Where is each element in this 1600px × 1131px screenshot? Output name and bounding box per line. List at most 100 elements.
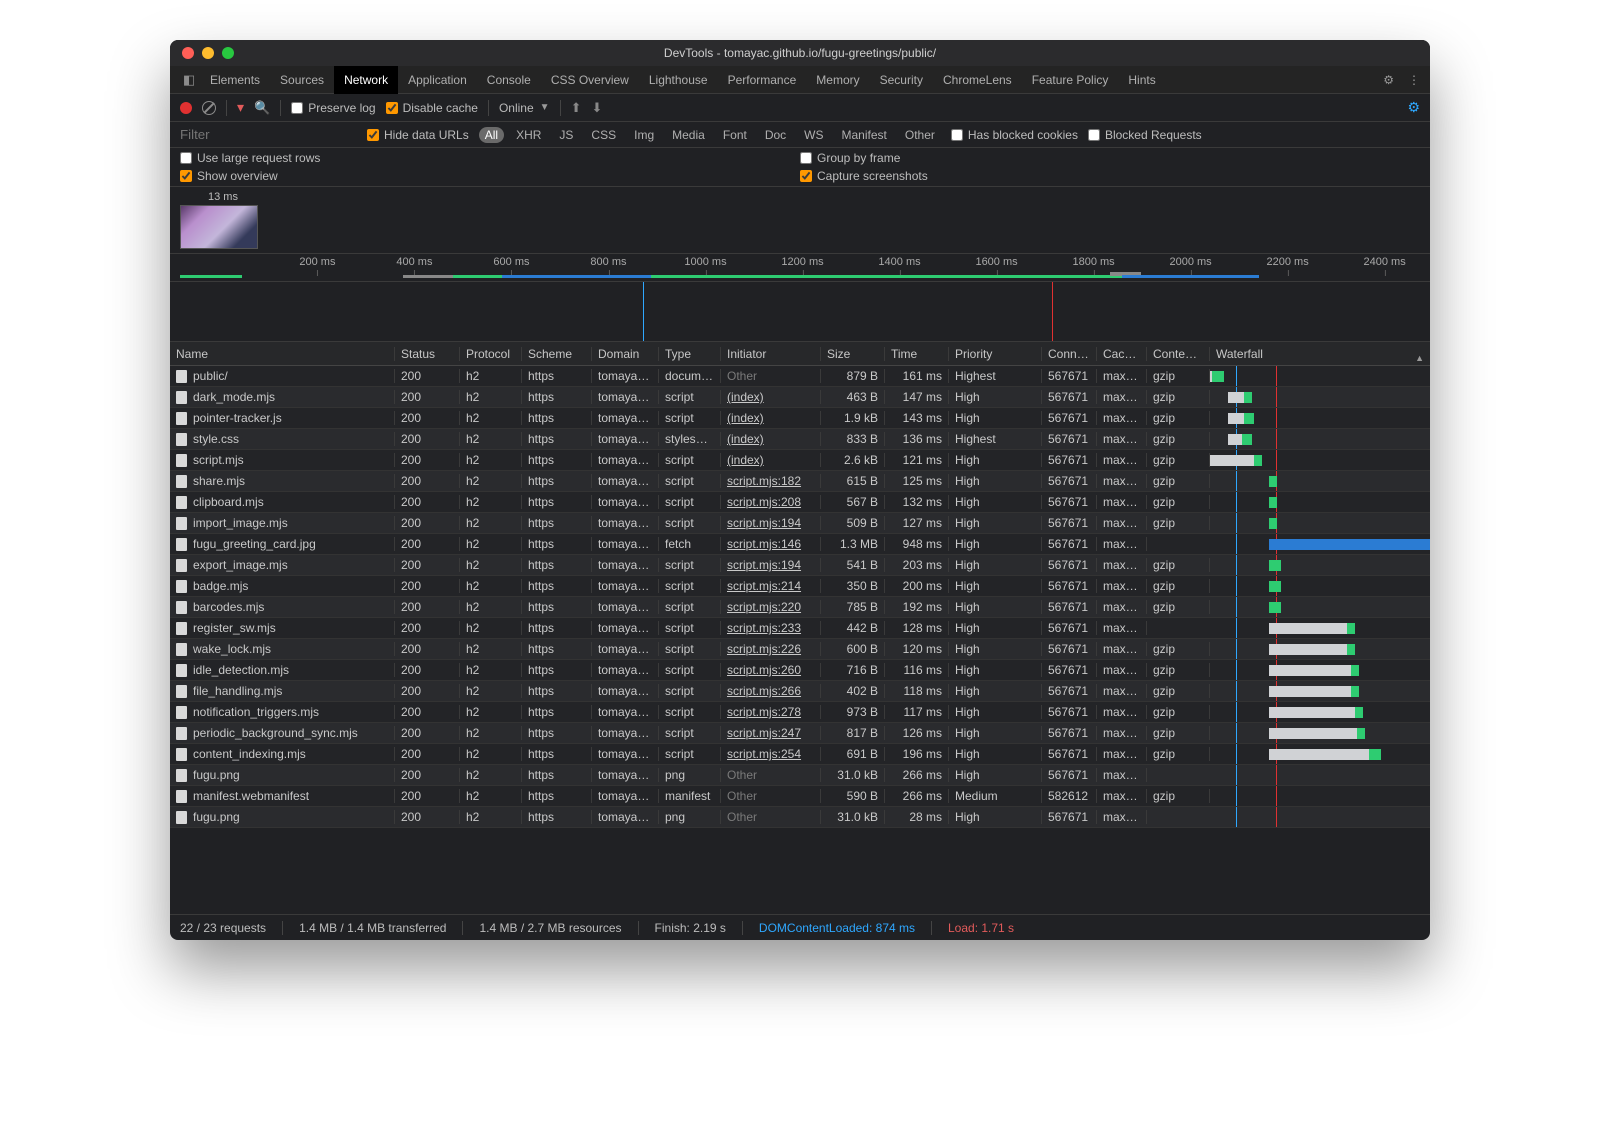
initiator-cell[interactable]: script.mjs:247 — [721, 726, 821, 740]
initiator-cell[interactable]: script.mjs:233 — [721, 621, 821, 635]
filter-type-ws[interactable]: WS — [798, 127, 829, 143]
timeline-overview[interactable] — [170, 282, 1430, 342]
table-row[interactable]: notification_triggers.mjs200h2httpstomay… — [170, 702, 1430, 723]
blocked-requests-checkbox[interactable]: Blocked Requests — [1088, 128, 1202, 142]
clear-icon[interactable] — [202, 101, 216, 115]
upload-har-icon[interactable]: ⬆ — [571, 100, 582, 116]
table-row[interactable]: import_image.mjs200h2httpstomayac…script… — [170, 513, 1430, 534]
screenshot-thumbnail[interactable] — [180, 205, 258, 249]
more-menu-icon[interactable]: ⋮ — [1408, 73, 1420, 87]
initiator-cell[interactable]: script.mjs:208 — [721, 495, 821, 509]
filter-type-other[interactable]: Other — [899, 127, 941, 143]
initiator-cell[interactable]: script.mjs:254 — [721, 747, 821, 761]
filter-type-doc[interactable]: Doc — [759, 127, 792, 143]
table-row[interactable]: wake_lock.mjs200h2httpstomayac…scriptscr… — [170, 639, 1430, 660]
filter-type-all[interactable]: All — [479, 127, 504, 143]
capture-screenshots-checkbox[interactable]: Capture screenshots — [800, 169, 1420, 183]
tab-performance[interactable]: Performance — [718, 66, 807, 94]
filter-type-font[interactable]: Font — [717, 127, 753, 143]
disable-cache-checkbox[interactable]: Disable cache — [386, 101, 478, 115]
tab-memory[interactable]: Memory — [806, 66, 869, 94]
initiator-cell[interactable]: (index) — [721, 432, 821, 446]
table-row[interactable]: style.css200h2httpstomayac…stylesheet(in… — [170, 429, 1430, 450]
download-har-icon[interactable]: ⬇ — [591, 100, 602, 116]
table-row[interactable]: register_sw.mjs200h2httpstomayac…scripts… — [170, 618, 1430, 639]
table-row[interactable]: pointer-tracker.js200h2httpstomayac…scri… — [170, 408, 1430, 429]
filter-type-css[interactable]: CSS — [585, 127, 622, 143]
table-row[interactable]: fugu.png200h2httpstomayac…pngOther31.0 k… — [170, 765, 1430, 786]
table-row[interactable]: dark_mode.mjs200h2httpstomayac…script(in… — [170, 387, 1430, 408]
column-content-[interactable]: Content-… — [1147, 347, 1210, 361]
column-protocol[interactable]: Protocol — [460, 347, 522, 361]
table-row[interactable]: idle_detection.mjs200h2httpstomayac…scri… — [170, 660, 1430, 681]
throttling-select[interactable]: Online ▼ — [499, 101, 550, 115]
initiator-cell[interactable]: script.mjs:146 — [721, 537, 821, 551]
table-row[interactable]: content_indexing.mjs200h2httpstomayac…sc… — [170, 744, 1430, 765]
initiator-cell[interactable]: script.mjs:266 — [721, 684, 821, 698]
search-icon[interactable]: 🔍 — [254, 100, 270, 116]
initiator-cell[interactable]: script.mjs:226 — [721, 642, 821, 656]
initiator-cell[interactable]: script.mjs:220 — [721, 600, 821, 614]
table-row[interactable]: manifest.webmanifest200h2httpstomayac…ma… — [170, 786, 1430, 807]
column-type[interactable]: Type — [659, 347, 721, 361]
column-scheme[interactable]: Scheme — [522, 347, 592, 361]
initiator-cell[interactable]: script.mjs:194 — [721, 558, 821, 572]
table-row[interactable]: fugu.png200h2httpstomayac…pngOther31.0 k… — [170, 807, 1430, 828]
filter-type-media[interactable]: Media — [666, 127, 711, 143]
column-cach-[interactable]: Cach… — [1097, 347, 1147, 361]
filter-funnel-icon[interactable]: ▾ — [237, 99, 244, 116]
zoom-window-button[interactable] — [222, 47, 234, 59]
tab-elements[interactable]: Elements — [200, 66, 270, 94]
column-domain[interactable]: Domain — [592, 347, 659, 361]
initiator-cell[interactable]: (index) — [721, 390, 821, 404]
record-button[interactable] — [180, 102, 192, 114]
tab-chromelens[interactable]: ChromeLens — [933, 66, 1022, 94]
group-by-frame-checkbox[interactable]: Group by frame — [800, 151, 1420, 165]
column-time[interactable]: Time — [885, 347, 949, 361]
network-settings-gear-icon[interactable]: ⚙ — [1407, 99, 1420, 116]
table-row[interactable]: public/200h2httpstomayac…documentOther87… — [170, 366, 1430, 387]
initiator-cell[interactable]: script.mjs:260 — [721, 663, 821, 677]
table-row[interactable]: share.mjs200h2httpstomayac…scriptscript.… — [170, 471, 1430, 492]
column-initiator[interactable]: Initiator — [721, 347, 821, 361]
column-name[interactable]: Name — [170, 347, 395, 361]
filter-type-js[interactable]: JS — [553, 127, 579, 143]
filter-type-img[interactable]: Img — [628, 127, 660, 143]
table-row[interactable]: file_handling.mjs200h2httpstomayac…scrip… — [170, 681, 1430, 702]
column-waterfall[interactable]: Waterfall▲ — [1210, 347, 1430, 361]
table-row[interactable]: barcodes.mjs200h2httpstomayac…scriptscri… — [170, 597, 1430, 618]
column-priority[interactable]: Priority — [949, 347, 1042, 361]
initiator-cell[interactable]: script.mjs:194 — [721, 516, 821, 530]
hide-data-urls-checkbox[interactable]: Hide data URLs — [367, 128, 469, 142]
initiator-cell[interactable]: script.mjs:214 — [721, 579, 821, 593]
tab-security[interactable]: Security — [870, 66, 933, 94]
initiator-cell[interactable]: script.mjs:182 — [721, 474, 821, 488]
table-row[interactable]: fugu_greeting_card.jpg200h2httpstomayac…… — [170, 534, 1430, 555]
table-row[interactable]: export_image.mjs200h2httpstomayac…script… — [170, 555, 1430, 576]
tab-feature-policy[interactable]: Feature Policy — [1022, 66, 1119, 94]
tab-css-overview[interactable]: CSS Overview — [541, 66, 639, 94]
has-blocked-cookies-checkbox[interactable]: Has blocked cookies — [951, 128, 1078, 142]
close-window-button[interactable] — [182, 47, 194, 59]
table-row[interactable]: periodic_background_sync.mjs200h2httpsto… — [170, 723, 1430, 744]
initiator-cell[interactable]: (index) — [721, 453, 821, 467]
filter-type-manifest[interactable]: Manifest — [836, 127, 893, 143]
show-overview-checkbox[interactable]: Show overview — [180, 169, 800, 183]
tab-application[interactable]: Application — [398, 66, 477, 94]
initiator-cell[interactable]: (index) — [721, 411, 821, 425]
tab-lighthouse[interactable]: Lighthouse — [639, 66, 718, 94]
use-large-rows-checkbox[interactable]: Use large request rows — [180, 151, 800, 165]
initiator-cell[interactable]: script.mjs:278 — [721, 705, 821, 719]
tab-network[interactable]: Network — [334, 66, 398, 94]
table-row[interactable]: clipboard.mjs200h2httpstomayac…scriptscr… — [170, 492, 1430, 513]
filter-type-xhr[interactable]: XHR — [510, 127, 547, 143]
settings-gear-icon[interactable]: ⚙ — [1383, 73, 1394, 87]
table-row[interactable]: script.mjs200h2httpstomayac…script(index… — [170, 450, 1430, 471]
column-conne-[interactable]: Conne… — [1042, 347, 1097, 361]
tab-hints[interactable]: Hints — [1118, 66, 1165, 94]
inspect-element-icon[interactable]: ◧ — [178, 72, 200, 88]
column-size[interactable]: Size — [821, 347, 885, 361]
minimize-window-button[interactable] — [202, 47, 214, 59]
preserve-log-checkbox[interactable]: Preserve log — [291, 101, 375, 115]
timeline-ruler[interactable]: 200 ms400 ms600 ms800 ms1000 ms1200 ms14… — [170, 254, 1430, 282]
